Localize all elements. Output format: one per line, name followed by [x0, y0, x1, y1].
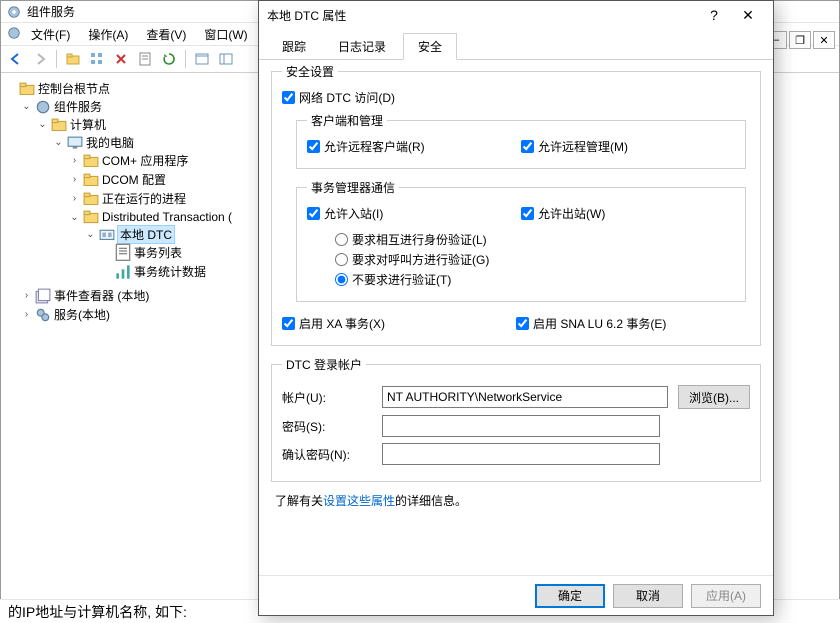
- tool-delete-button[interactable]: [110, 48, 132, 70]
- child-restore-button[interactable]: ❐: [789, 31, 811, 49]
- app-icon: [7, 5, 21, 19]
- confirm-password-input[interactable]: [382, 443, 660, 465]
- client-admin-legend: 客户端和管理: [307, 112, 387, 129]
- account-input[interactable]: [382, 386, 668, 408]
- folder-icon: [83, 153, 99, 169]
- menu-file[interactable]: 文件(F): [23, 24, 78, 45]
- expand-icon[interactable]: ›: [21, 309, 32, 320]
- password-label: 密码(S):: [282, 418, 382, 435]
- gear-icon: [35, 99, 51, 115]
- tree-tx-list[interactable]: 事务列表: [134, 244, 182, 261]
- info-line: 了解有关设置这些属性的详细信息。: [275, 492, 757, 509]
- tree-complus[interactable]: COM+ 应用程序: [102, 152, 188, 169]
- apply-button[interactable]: 应用(A): [691, 584, 761, 608]
- tree-pane[interactable]: 控制台根节点 ⌄ 组件服务 ⌄ 计算机 ⌄ 我的电脑: [1, 75, 261, 622]
- menu-window[interactable]: 窗口(W): [196, 24, 255, 45]
- password-input[interactable]: [382, 415, 660, 437]
- tree-root[interactable]: 控制台根节点: [38, 80, 110, 97]
- tree-local-dtc[interactable]: 本地 DTC: [118, 226, 174, 243]
- logon-account-legend: DTC 登录帐户: [282, 356, 366, 373]
- auth-caller-radio[interactable]: 要求对呼叫方进行验证(G): [335, 251, 735, 268]
- tree-my-computer[interactable]: 我的电脑: [86, 134, 134, 151]
- allow-inbound-checkbox[interactable]: 允许入站(I): [307, 205, 521, 222]
- expand-icon[interactable]: ›: [69, 155, 80, 166]
- folder-icon: [19, 81, 35, 97]
- tool-show-folder-button[interactable]: [62, 48, 84, 70]
- nav-back-button[interactable]: [5, 48, 27, 70]
- collapse-icon[interactable]: ⌄: [69, 212, 80, 223]
- allow-remote-admin-checkbox[interactable]: 允许远程管理(M): [521, 138, 735, 155]
- child-close-button[interactable]: ✕: [813, 31, 835, 49]
- menu-view[interactable]: 查看(V): [138, 24, 194, 45]
- txmgr-comm-legend: 事务管理器通信: [307, 179, 399, 196]
- collapse-icon[interactable]: ⌄: [21, 101, 32, 112]
- allow-outbound-checkbox[interactable]: 允许出站(W): [521, 205, 735, 222]
- folder-icon: [83, 191, 99, 207]
- tool-properties-button[interactable]: [134, 48, 156, 70]
- account-label: 帐户(U):: [282, 389, 382, 406]
- ok-button[interactable]: 确定: [535, 584, 605, 608]
- auth-mutual-radio[interactable]: 要求相互进行身份验证(L): [335, 231, 735, 248]
- expand-icon[interactable]: [5, 83, 16, 94]
- services-icon: [35, 307, 51, 323]
- tree-compsvc[interactable]: 组件服务: [54, 98, 102, 115]
- txmgr-comm-group: 事务管理器通信 允许入站(I) 允许出站(W) 要求相互进行身份验证(L) 要求…: [296, 179, 746, 302]
- eventviewer-icon: [35, 288, 51, 304]
- browse-button[interactable]: 浏览(B)...: [678, 385, 750, 409]
- tool-refresh-button[interactable]: [158, 48, 180, 70]
- tree-tx-stats[interactable]: 事务统计数据: [134, 263, 206, 280]
- network-dtc-checkbox[interactable]: 网络 DTC 访问(D): [282, 89, 750, 106]
- window-title: 组件服务: [27, 3, 75, 20]
- tree-dcom[interactable]: DCOM 配置: [102, 171, 166, 188]
- collapse-icon[interactable]: ⌄: [85, 229, 96, 240]
- tree-dtc[interactable]: Distributed Transaction (: [102, 210, 232, 224]
- collapse-icon[interactable]: ⌄: [37, 119, 48, 130]
- tree-computers[interactable]: 计算机: [70, 116, 106, 133]
- dialog-title: 本地 DTC 属性: [267, 7, 697, 24]
- info-link[interactable]: 设置这些属性: [323, 494, 395, 508]
- security-settings-group: 安全设置 网络 DTC 访问(D) 客户端和管理 允许远程客户端(R) 允许远程…: [271, 63, 761, 346]
- tab-trace[interactable]: 跟踪: [267, 33, 321, 59]
- tree-running[interactable]: 正在运行的进程: [102, 190, 186, 207]
- tool-window2-button[interactable]: [215, 48, 237, 70]
- logon-account-group: DTC 登录帐户 帐户(U): 浏览(B)... 密码(S): 确认密码(N):: [271, 356, 761, 482]
- tab-logging[interactable]: 日志记录: [323, 33, 401, 59]
- folder-icon: [83, 209, 99, 225]
- stats-icon: [115, 264, 131, 280]
- expand-icon[interactable]: ›: [69, 193, 80, 204]
- tab-security[interactable]: 安全: [403, 33, 457, 60]
- menu-app-icon: [7, 26, 21, 43]
- security-settings-legend: 安全设置: [282, 63, 338, 80]
- allow-remote-client-checkbox[interactable]: 允许远程客户端(R): [307, 138, 521, 155]
- confirm-password-label: 确认密码(N):: [282, 446, 382, 463]
- expand-icon[interactable]: ›: [69, 174, 80, 185]
- list-icon: [115, 245, 131, 261]
- help-button[interactable]: ?: [697, 3, 731, 27]
- menu-action[interactable]: 操作(A): [80, 24, 136, 45]
- tool-grid-button[interactable]: [86, 48, 108, 70]
- folder-icon: [83, 172, 99, 188]
- tabstrip: 跟踪 日志记录 安全: [259, 29, 773, 60]
- tree-event-viewer[interactable]: 事件查看器 (本地): [54, 287, 149, 304]
- collapse-icon[interactable]: ⌄: [53, 137, 64, 148]
- expand-icon[interactable]: ›: [21, 290, 32, 301]
- auth-none-radio[interactable]: 不要求进行验证(T): [335, 271, 735, 288]
- client-admin-group: 客户端和管理 允许远程客户端(R) 允许远程管理(M): [296, 112, 746, 169]
- computer-icon: [67, 135, 83, 151]
- dtc-icon: [99, 227, 115, 243]
- tool-window1-button[interactable]: [191, 48, 213, 70]
- close-button[interactable]: ✕: [731, 3, 765, 27]
- dtc-properties-dialog: 本地 DTC 属性 ? ✕ 跟踪 日志记录 安全 安全设置 网络 DTC 访问(…: [258, 0, 774, 616]
- nav-forward-button[interactable]: [29, 48, 51, 70]
- enable-xa-checkbox[interactable]: 启用 XA 事务(X): [282, 315, 516, 332]
- tree-services[interactable]: 服务(本地): [54, 306, 110, 323]
- cancel-button[interactable]: 取消: [613, 584, 683, 608]
- folder-icon: [51, 117, 67, 133]
- enable-sna-checkbox[interactable]: 启用 SNA LU 6.2 事务(E): [516, 315, 750, 332]
